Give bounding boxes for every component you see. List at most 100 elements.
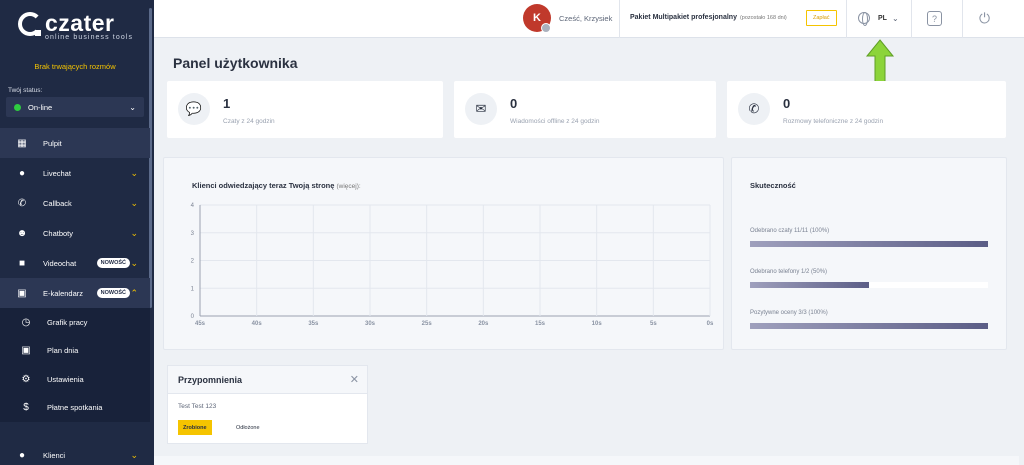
calendar-day-icon: ▣	[21, 345, 31, 357]
logo-name: czater	[45, 10, 115, 36]
y-tick-label: 1	[191, 286, 195, 292]
chevron-down-icon: ⌄	[130, 227, 138, 238]
sidebar-item-label: Pulpit	[43, 138, 62, 148]
main-content: Panel użytkownika 💬 1 Czaty z 24 godzin …	[154, 38, 1019, 465]
gear-icon: ⚙	[21, 373, 31, 385]
stat-card-phone-calls: ✆ 0 Rozmowy telefoniczne z 24 godzin	[727, 81, 1006, 138]
sidebar-subitem-label: Ustawienia	[47, 374, 84, 384]
x-tick-label: 40s	[252, 321, 263, 327]
stat-label: Rozmowy telefoniczne z 24 godzin	[783, 118, 884, 125]
stat-card-offline-messages: ✉ 0 Wiadomości offline z 24 godzin	[454, 81, 716, 138]
sidebar-nav: ▦ Pulpit ● Livechat ⌄ ✆ Callback ⌄ ☻ Cha…	[0, 128, 150, 422]
status-online-dot-icon	[14, 103, 21, 111]
divider	[962, 0, 963, 38]
sidebar: czater online business tools Brak trwają…	[0, 0, 154, 465]
y-tick-label: 4	[191, 203, 195, 209]
progress-track	[750, 241, 988, 247]
new-badge: NOWOŚĆ	[96, 258, 130, 268]
sidebar-item-label: Callback	[43, 198, 72, 208]
no-active-chats: Brak trwających rozmów	[34, 62, 116, 71]
logo-tagline: online business tools	[45, 34, 134, 41]
done-button[interactable]: Zrobione	[178, 420, 212, 435]
video-icon: ■	[18, 257, 26, 269]
sidebar-item-label: Chatboty	[43, 228, 74, 238]
language-select[interactable]: PL ⌄	[858, 12, 899, 26]
effectiveness-row: Odebrano telefony 1/2 (50%)	[750, 269, 988, 288]
user-icon: ●	[18, 449, 26, 461]
new-badge: NOWOŚĆ	[96, 288, 130, 298]
globe-icon	[858, 12, 870, 26]
visitors-chart: 0 1 2 3 4 45s 40s 35s 30s 25s 20s 15s 10s 5s 0s	[191, 203, 714, 327]
avatar-status-icon	[541, 23, 551, 33]
y-tick-label: 2	[191, 259, 195, 265]
postpone-button[interactable]: Odłożone	[236, 420, 260, 435]
pay-button[interactable]: Zapłać	[806, 10, 837, 26]
help-icon[interactable]: ?	[927, 11, 942, 26]
stat-label: Wiadomości offline z 24 godzin	[510, 118, 600, 125]
robot-icon: ☻	[16, 227, 28, 239]
effectiveness-label: Odebrano czaty 11/11 (100%)	[750, 228, 830, 234]
sidebar-item-callback[interactable]: ✆ Callback ⌄	[0, 188, 150, 218]
chevron-down-icon: ⌄	[130, 257, 138, 268]
top-bar: K Cześć, Krzysiek Pakiet Multipakiet pro…	[154, 0, 1024, 38]
x-tick-label: 25s	[422, 321, 433, 327]
status-value: On-line	[28, 102, 53, 112]
y-tick-label: 3	[191, 231, 195, 237]
logo[interactable]: czater online business tools	[18, 12, 133, 41]
status-label: Twój status:	[8, 87, 43, 94]
effectiveness-label: Odebrano telefony 1/2 (50%)	[750, 269, 828, 275]
sidebar-item-livechat[interactable]: ● Livechat ⌄	[0, 158, 150, 188]
sidebar-subitem-grafik-pracy[interactable]: ◷ Grafik pracy	[0, 308, 150, 337]
sidebar-item-pulpit[interactable]: ▦ Pulpit	[0, 128, 150, 158]
reminders-card: Przypomnienia ✕ Test Test 123 Zrobione O…	[167, 365, 368, 444]
calendar-icon: ▣	[17, 287, 27, 299]
reminders-title: Przypomnienia	[178, 374, 243, 385]
sidebar-item-klienci[interactable]: ● Klienci ⌄	[0, 440, 150, 465]
close-icon[interactable]: ✕	[350, 373, 359, 386]
sidebar-subitem-ustawienia[interactable]: ⚙ Ustawienia	[0, 365, 150, 394]
bottom-strip	[154, 456, 1019, 465]
chevron-down-icon: ⌄	[129, 102, 136, 112]
sidebar-subitem-plan-dnia[interactable]: ▣ Plan dnia	[0, 337, 150, 366]
phone-icon: ✆	[738, 93, 770, 125]
progress-fill	[750, 241, 988, 247]
sidebar-item-chatboty[interactable]: ☻ Chatboty ⌄	[0, 218, 150, 248]
chevron-down-icon: ⌄	[130, 167, 138, 178]
chevron-down-icon: ⌄	[130, 449, 138, 460]
e-kalendarz-submenu: ◷ Grafik pracy ▣ Plan dnia ⚙ Ustawienia …	[0, 308, 150, 422]
sidebar-subitem-label: Płatne spotkania	[47, 403, 103, 413]
visitors-chart-card: Klienci odwiedzający teraz Twoją stronę …	[163, 157, 724, 350]
divider	[911, 0, 912, 38]
effectiveness-title: Skuteczność	[750, 181, 796, 190]
stat-value: 0	[783, 96, 791, 111]
sidebar-nav-bottom: ● Klienci ⌄	[0, 440, 150, 465]
chat-icon: ●	[18, 167, 26, 179]
progress-track	[750, 323, 988, 329]
sidebar-subitem-label: Grafik pracy	[47, 317, 88, 327]
phone-icon: ✆	[17, 197, 27, 209]
x-tick-label: 10s	[592, 321, 603, 327]
stat-value: 0	[510, 96, 518, 111]
x-tick-label: 20s	[478, 321, 489, 327]
x-tick-label: 0s	[707, 321, 714, 327]
page-title: Panel użytkownika	[173, 55, 298, 71]
progress-fill	[750, 323, 988, 329]
sidebar-subitem-label: Plan dnia	[47, 346, 79, 356]
sidebar-item-e-kalendarz[interactable]: ▣ E-kalendarz NOWOŚĆ ⌃	[0, 278, 150, 308]
greeting: Cześć, Krzysiek	[559, 14, 613, 23]
stat-value: 1	[223, 96, 231, 111]
progress-track	[750, 282, 988, 288]
language-code: PL	[878, 14, 887, 22]
status-select[interactable]: On-line ⌄	[6, 97, 144, 117]
x-tick-label: 5s	[650, 321, 657, 327]
power-icon[interactable]: ⏻	[979, 10, 990, 27]
x-tick-label: 30s	[365, 321, 376, 327]
sidebar-subitem-platne-spotkania[interactable]: $ Płatne spotkania	[0, 394, 150, 423]
package-remaining: (pozostało 168 dni)	[739, 15, 787, 21]
sidebar-item-videochat[interactable]: ■ Videochat NOWOŚĆ ⌄	[0, 248, 150, 278]
progress-fill	[750, 282, 869, 288]
envelope-icon: ✉	[465, 93, 497, 125]
effectiveness-row: Pozytywne oceny 3/3 (100%)	[750, 310, 988, 329]
stat-label: Czaty z 24 godzin	[223, 118, 275, 125]
sidebar-item-label: Klienci	[43, 450, 66, 460]
